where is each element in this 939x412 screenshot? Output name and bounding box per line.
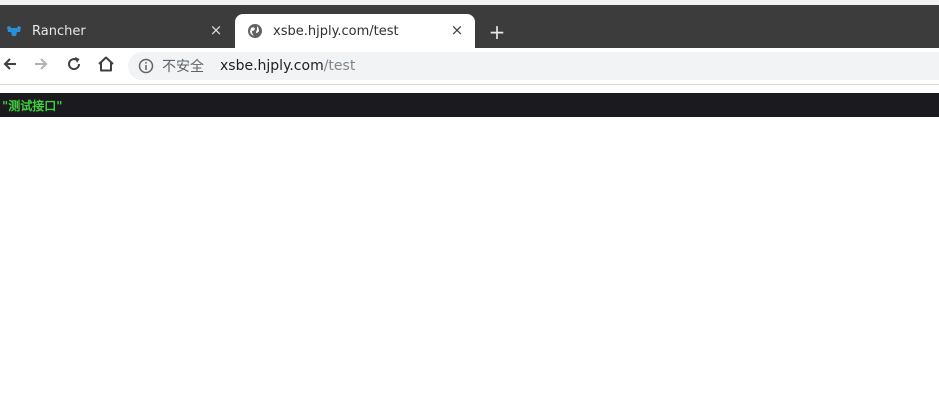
browser-toolbar: 不安全 xsbe.hjply.com/test [0, 48, 939, 85]
info-icon[interactable] [138, 58, 154, 74]
home-icon [97, 55, 115, 77]
address-bar[interactable]: 不安全 xsbe.hjply.com/test [128, 52, 939, 80]
forward-button[interactable] [29, 54, 53, 78]
close-tab-icon[interactable]: × [449, 22, 465, 38]
reload-button[interactable] [62, 54, 86, 78]
security-label[interactable]: 不安全 [162, 56, 204, 76]
globe-icon [247, 23, 263, 39]
rancher-logo-icon [6, 23, 22, 39]
tab-title: xsbe.hjply.com/test [273, 23, 399, 39]
back-button[interactable] [0, 54, 22, 78]
home-button[interactable] [94, 54, 118, 78]
close-tab-icon[interactable]: × [208, 22, 224, 38]
arrow-right-icon [32, 55, 50, 77]
response-text: "测试接口" [2, 98, 63, 113]
url-host: xsbe.hjply.com [220, 58, 324, 74]
page-top-gap [0, 85, 939, 93]
response-output: "测试接口" [0, 93, 939, 117]
new-tab-button[interactable]: + [486, 21, 508, 43]
tab-title: Rancher [32, 23, 86, 39]
reload-icon [65, 55, 83, 77]
url-text[interactable]: xsbe.hjply.com/test [220, 58, 355, 74]
url-path: /test [323, 58, 356, 74]
tab-strip: Rancher × xsbe.hjply.com/test × + [0, 5, 939, 48]
tab-xsbe-test[interactable]: xsbe.hjply.com/test × [235, 14, 475, 48]
tab-rancher[interactable]: Rancher × [0, 14, 234, 48]
arrow-left-icon [1, 55, 19, 77]
